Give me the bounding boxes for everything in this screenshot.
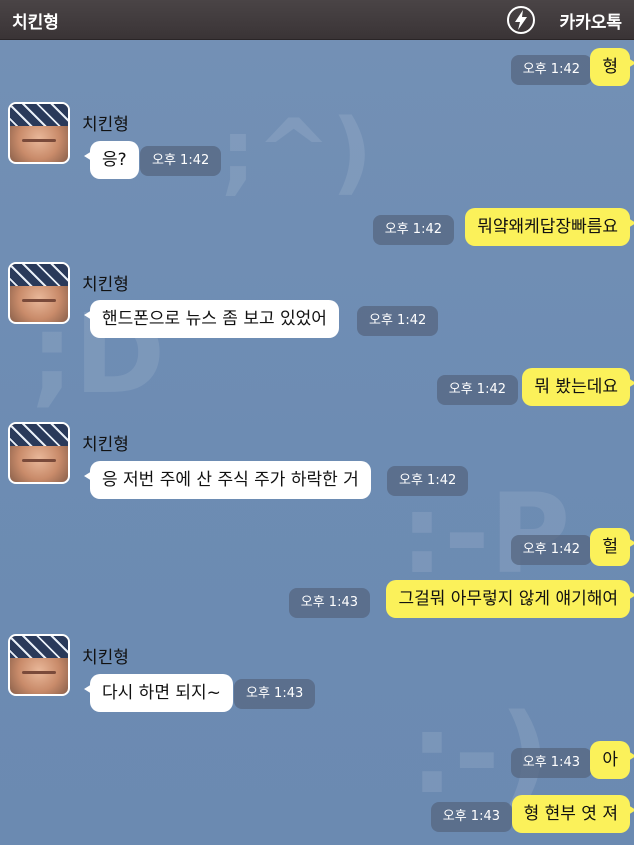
their-message-bubble[interactable]: 응 저번 주에 산 주식 주가 하락한 거 [84,461,371,499]
chat-title: 치킨형 [12,13,59,33]
their-message-bubble[interactable]: 응? [84,141,139,179]
my-message-bubble[interactable]: 헐 [590,528,634,566]
message-time: 오후 1:42 [357,306,439,336]
profile-avatar[interactable] [8,262,70,324]
message-time: 오후 1:43 [430,802,512,832]
my-message-bubble[interactable]: 뭐 봤는데요 [522,368,634,406]
chat-header: 치킨형 카카오톡 [0,0,634,40]
message-time: 오후 1:43 [510,748,592,778]
sender-name: 치킨형 [82,435,129,455]
their-message-bubble[interactable]: 다시 하면 되지~ [84,674,233,712]
profile-avatar[interactable] [8,634,70,696]
their-message-bubble[interactable]: 핸드폰으로 뉴스 좀 보고 있었어 [84,300,339,338]
my-message-bubble[interactable]: 형 현부 엿 져 [511,795,634,833]
message-time: 오후 1:42 [510,55,592,85]
message-time: 오후 1:42 [436,375,518,405]
message-time: 오후 1:43 [234,679,316,709]
my-message-bubble[interactable]: 아 [590,741,634,779]
sender-name: 치킨형 [82,648,129,668]
message-time: 오후 1:42 [140,146,222,176]
profile-avatar[interactable] [8,102,70,164]
my-message-bubble[interactable]: 형 [590,48,634,86]
my-message-bubble[interactable]: 그걸뭐 아무렇지 않게 얘기해여 [386,580,634,618]
profile-avatar[interactable] [8,422,70,484]
kakao-lightning-icon [507,6,535,34]
message-time: 오후 1:42 [372,215,454,245]
brand-name: 카카오톡 [559,13,622,33]
sender-name: 치킨형 [82,275,129,295]
my-message-bubble[interactable]: 뭐얔왜케답장빠름요 [465,208,634,246]
sender-name: 치킨형 [82,115,129,135]
message-time: 오후 1:42 [510,535,592,565]
message-time: 오후 1:43 [288,588,370,618]
message-time: 오후 1:42 [387,466,469,496]
